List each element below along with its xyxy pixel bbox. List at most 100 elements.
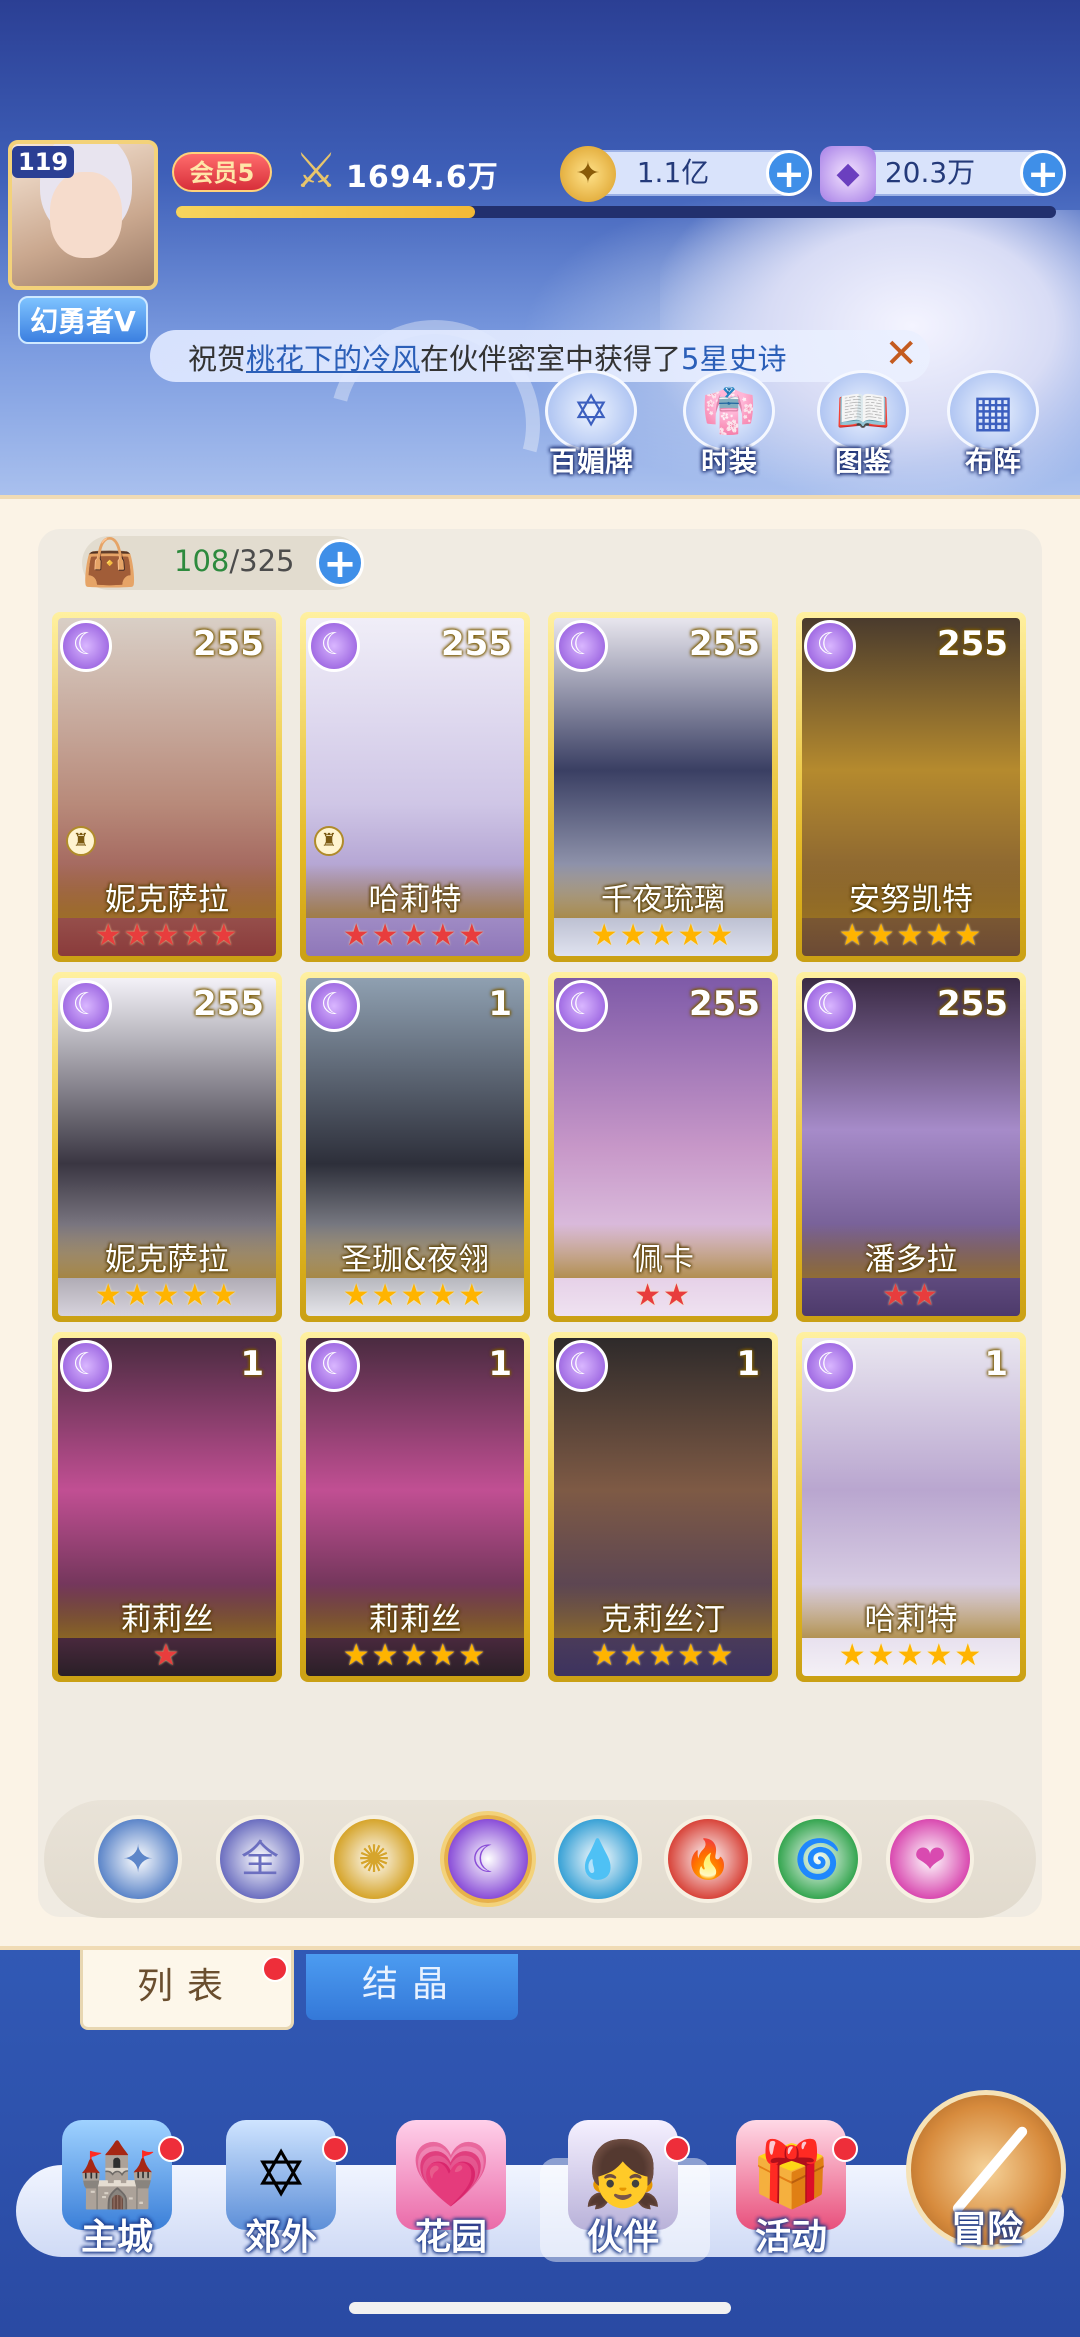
tab-list[interactable]: 列表 [80, 1950, 294, 2030]
partner-level: 1 [488, 984, 512, 1024]
vip-badge[interactable]: 会员5 [172, 152, 272, 192]
combat-power: 1694.6万 [346, 160, 499, 195]
gold-resource: ✦ 1.1亿 + [560, 146, 812, 202]
notification-dot [158, 2136, 184, 2162]
partner-stars: ★★★★★ [342, 1638, 488, 1673]
card-deck-button[interactable]: ✡ 百媚牌 [536, 370, 646, 480]
partner-name: 安努凯特 [849, 882, 973, 918]
partner-name: 千夜琉璃 [601, 882, 725, 918]
partner-level: 1 [488, 1344, 512, 1384]
partner-card[interactable]: ☾ 255 妮克萨拉 ★★★★★ ♜ [52, 612, 282, 962]
home-indicator[interactable] [349, 2302, 731, 2314]
partner-name: 潘多拉 [864, 1242, 958, 1278]
filter-sun-icon[interactable]: ✺ [330, 1815, 418, 1903]
moon-element-icon: ☾ [308, 620, 360, 672]
partner-stars: ★★★★★ [838, 1638, 984, 1673]
partner-level: 255 [193, 984, 264, 1024]
partner-card[interactable]: ☾ 255 佩卡 ★★ [548, 972, 778, 1322]
capacity-total: /325 [229, 544, 295, 578]
partner-name: 哈莉特 [864, 1602, 958, 1638]
partner-name: 妮克萨拉 [105, 1242, 229, 1278]
partner-name: 莉莉丝 [120, 1602, 214, 1638]
gem-amount: 20.3万 [884, 156, 976, 189]
expand-capacity-button[interactable]: + [316, 539, 364, 587]
moon-element-icon: ☾ [804, 620, 856, 672]
ticker-prefix: 祝贺 [188, 342, 247, 376]
partner-card[interactable]: ☾ 1 莉莉丝 ★ [52, 1332, 282, 1682]
moon-element-icon: ☾ [308, 1340, 360, 1392]
partner-stars: ★★★★★ [590, 1638, 736, 1673]
partner-level: 1 [240, 1344, 264, 1384]
notification-dot [322, 2136, 348, 2162]
moon-element-icon: ☾ [804, 1340, 856, 1392]
partner-stars: ★★★★★ [838, 918, 984, 953]
partner-level: 255 [193, 624, 264, 664]
filter-moon-icon[interactable]: ☾ [444, 1815, 532, 1903]
partner-stars: ★★★★★ [342, 1278, 488, 1313]
filter-light-icon[interactable]: ✦ [94, 1815, 182, 1903]
gem-resource: ◆ 20.3万 + [820, 146, 1066, 202]
sword-icon: ⚔ [294, 143, 338, 199]
partner-level: 1 [984, 1344, 1008, 1384]
ticker-player-link[interactable]: 桃花下的冷风 [246, 342, 420, 376]
partner-stars: ★★★★★ [94, 1278, 240, 1313]
partner-level: 255 [937, 624, 1008, 664]
nav-heart[interactable]: 💗 花园 [376, 2120, 526, 2270]
filter-all-icon[interactable]: 全 [216, 1815, 304, 1903]
exp-bar-fill [176, 206, 476, 218]
partner-name: 克莉丝汀 [601, 1602, 725, 1638]
moon-element-icon: ☾ [60, 1340, 112, 1392]
moon-element-icon: ☾ [556, 1340, 608, 1392]
player-level: 119 [12, 146, 75, 178]
partner-card[interactable]: ☾ 255 妮克萨拉 ★★★★★ [52, 972, 282, 1322]
partner-card[interactable]: ☾ 1 莉莉丝 ★★★★★ [300, 1332, 530, 1682]
nav-adventure[interactable]: 冒险 [912, 2200, 1062, 2260]
moon-element-icon: ☾ [804, 980, 856, 1032]
partner-name: 妮克萨拉 [105, 882, 229, 918]
partner-level: 255 [937, 984, 1008, 1024]
partner-name: 哈莉特 [368, 882, 462, 918]
player-title[interactable]: 幻勇者V [18, 296, 148, 344]
partner-card[interactable]: ☾ 255 安努凯特 ★★★★★ [796, 612, 1026, 962]
add-gem-button[interactable]: + [1020, 150, 1066, 196]
add-gold-button[interactable]: + [766, 150, 812, 196]
moon-element-icon: ☾ [60, 980, 112, 1032]
partner-card[interactable]: ☾ 255 潘多拉 ★★ [796, 972, 1026, 1322]
partner-capacity: 👜 108/325 + [81, 535, 364, 590]
partner-level: 255 [689, 984, 760, 1024]
moon-element-icon: ☾ [308, 980, 360, 1032]
notification-dot [664, 2136, 690, 2162]
partner-card[interactable]: ☾ 1 哈莉特 ★★★★★ [796, 1332, 1026, 1682]
tab-list-notification-dot [262, 1956, 288, 1982]
partner-level: 1 [736, 1344, 760, 1384]
partner-name: 圣珈&夜翎 [340, 1242, 490, 1278]
tab-crystal[interactable]: 结晶 [306, 1954, 518, 2020]
gold-amount: 1.1亿 [636, 156, 710, 189]
partner-card[interactable]: ☾ 255 千夜琉璃 ★★★★★ [548, 612, 778, 962]
partner-card[interactable]: ☾ 1 圣珈&夜翎 ★★★★★ [300, 972, 530, 1322]
partner-stars: ★★★★★ [342, 918, 488, 953]
filter-heart-icon[interactable]: ❤ [886, 1815, 974, 1903]
moon-element-icon: ☾ [556, 620, 608, 672]
partner-card[interactable]: ☾ 1 克莉丝汀 ★★★★★ [548, 1332, 778, 1682]
bag-icon: 👜 [81, 535, 139, 589]
filter-water-icon[interactable]: 💧 [554, 1815, 642, 1903]
filter-wind-icon[interactable]: 🌀 [774, 1815, 862, 1903]
partner-stars: ★ [152, 1638, 182, 1673]
formation-button[interactable]: ▦ 布阵 [938, 370, 1048, 480]
partner-stars: ★★ [882, 1278, 940, 1313]
partner-name: 莉莉丝 [368, 1602, 462, 1638]
partner-card[interactable]: ☾ 255 哈莉特 ★★★★★ ♜ [300, 612, 530, 962]
rank-icon: ♜ [314, 826, 344, 856]
moon-element-icon: ☾ [556, 980, 608, 1032]
partner-stars: ★★★★★ [94, 918, 240, 953]
filter-fire-icon[interactable]: 🔥 [664, 1815, 752, 1903]
rank-icon: ♜ [66, 826, 96, 856]
notification-dot [832, 2136, 858, 2162]
partner-stars: ★★★★★ [590, 918, 736, 953]
gallery-button[interactable]: 📖 图鉴 [808, 370, 918, 480]
partner-level: 255 [689, 624, 760, 664]
partner-level: 255 [441, 624, 512, 664]
outfit-button[interactable]: 👘 时装 [674, 370, 784, 480]
moon-element-icon: ☾ [60, 620, 112, 672]
